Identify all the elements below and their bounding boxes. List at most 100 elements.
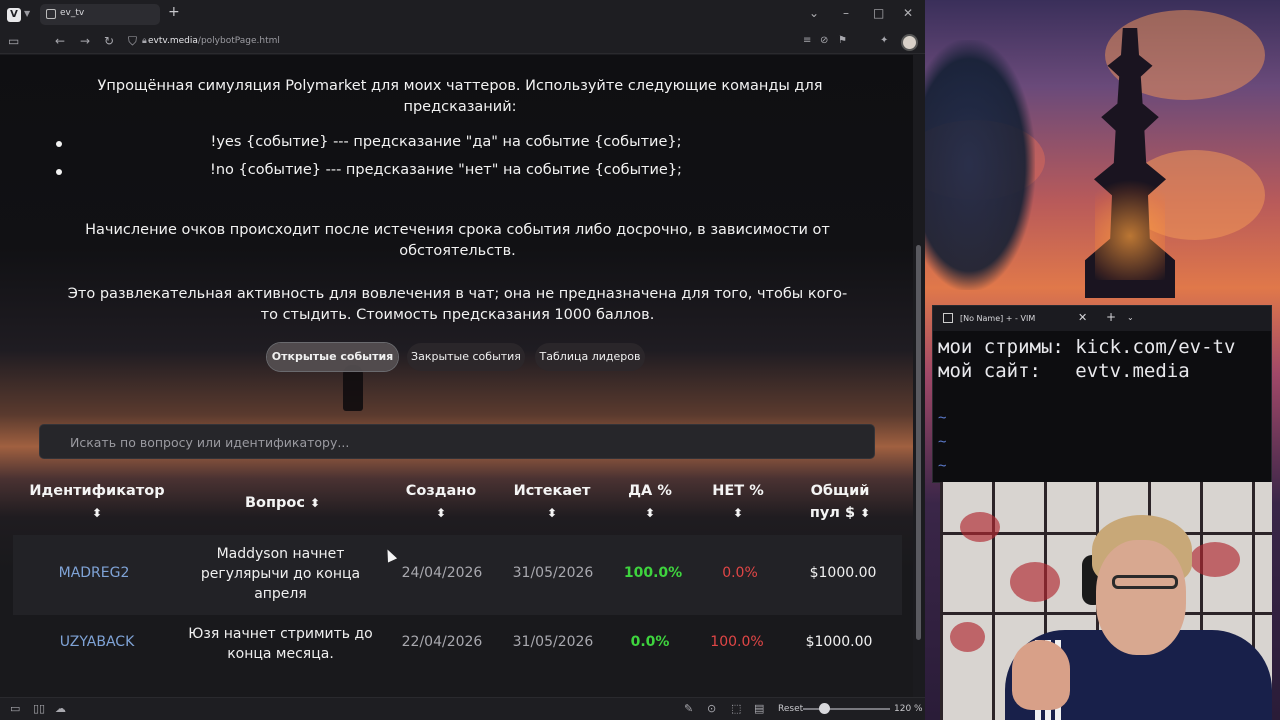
scoring-note: Начисление очков происходит после истече… (85, 222, 830, 259)
figure-silhouette (343, 365, 363, 411)
tree-shape (925, 40, 1035, 290)
profile-avatar[interactable] (901, 34, 918, 51)
reload-button[interactable]: ↻ (104, 34, 114, 48)
tab-bar: V ▼ ev_tv + ⌄ – □ ✕ (0, 0, 925, 30)
page-actions-icon[interactable]: ▤ (754, 702, 764, 715)
close-window-button[interactable]: ✕ (903, 6, 913, 20)
row-id-link[interactable]: MADREG2 (35, 565, 153, 581)
browser-window: V ▼ ev_tv + ⌄ – □ ✕ ▭ ← → ↻ ⛉ 🔒︎ evtv.me… (0, 0, 925, 720)
panel-toggle-icon[interactable]: ▭ (8, 34, 19, 48)
row-created: 24/04/2026 (401, 565, 483, 581)
bookmark-icon[interactable]: ⚑ (838, 35, 847, 46)
header-expires-label: Истекает (513, 483, 591, 499)
new-tab-button[interactable]: + (168, 4, 180, 20)
close-tab-icon[interactable]: ✕ (1078, 311, 1087, 324)
row-yes-percent: 100.0% (623, 565, 683, 581)
header-pool[interactable]: Общий пул $ ⬍ (798, 480, 882, 524)
terminal-icon (943, 313, 953, 323)
chevron-down-icon[interactable]: ⌄ (1127, 313, 1134, 322)
row-id-link[interactable]: UZYABACK (35, 634, 159, 650)
person-face (1096, 540, 1186, 655)
person-hand (1012, 640, 1070, 710)
capture-icon[interactable]: ⊙ (707, 702, 716, 715)
status-bar: ▭ ▯▯ ☁ ✎ ⊙ ⬚ ▤ Reset 120 % (0, 697, 925, 720)
header-pool-label-2: пул $ (809, 505, 856, 521)
url-domain: evtv.media (148, 36, 198, 46)
window-icon[interactable]: ⬚ (731, 702, 741, 715)
header-id[interactable]: Идентификатор ⬍ (25, 480, 169, 524)
sort-icon[interactable]: ⬍ (612, 502, 688, 524)
url-field[interactable]: evtv.media/polybotPage.html (148, 36, 280, 46)
row-question: Maddyson начнет регулярычи до конца апре… (200, 546, 361, 602)
blossom-shape (950, 622, 985, 652)
maximize-button[interactable]: □ (873, 6, 884, 20)
back-button[interactable]: ← (55, 34, 65, 48)
shield-icon[interactable]: ⛉ (128, 34, 137, 49)
zoom-slider-handle[interactable] (819, 703, 830, 714)
header-no[interactable]: НЕТ % ⬍ (700, 480, 776, 524)
extensions-icon[interactable]: ✦ (880, 35, 888, 46)
tiling-icon[interactable]: ▯▯ (33, 702, 45, 715)
tab-closed-events[interactable]: Закрытые события (407, 343, 525, 371)
edit-icon[interactable]: ✎ (684, 702, 693, 715)
row-no-percent: 100.0% (710, 634, 764, 650)
url-path: /polybotPage.html (197, 36, 280, 46)
header-no-label: НЕТ % (712, 483, 764, 499)
table-row[interactable] (13, 615, 902, 685)
vim-tab-title[interactable]: [No Name] + - VIM (960, 314, 1035, 323)
sort-icon[interactable]: ⬍ (507, 502, 597, 524)
blossom-shape (1010, 562, 1060, 602)
header-id-label: Идентификатор (29, 483, 165, 499)
glasses-shape (1112, 575, 1178, 589)
command-no: !no {событие} --- предсказание "нет" на … (210, 162, 682, 178)
vivaldi-menu-icon[interactable]: V (7, 8, 21, 22)
header-created-label: Создано (405, 483, 477, 499)
sort-icon[interactable]: ⬍ (860, 506, 870, 520)
zoom-slider[interactable] (803, 708, 890, 710)
zoom-reset-button[interactable]: Reset (778, 704, 803, 714)
lantern-glow (1095, 170, 1165, 280)
blossom-shape (1190, 542, 1240, 577)
sort-icon[interactable]: ⬍ (25, 502, 169, 524)
polybot-page: Упрощённая симуляция Polymarket для моих… (0, 55, 913, 697)
address-bar: ▭ ← → ↻ ⛉ 🔒︎ evtv.media/polybotPage.html… (0, 30, 925, 54)
sort-icon[interactable]: ⬍ (396, 502, 486, 524)
row-expires: 31/05/2026 (512, 634, 594, 650)
intro-text: Упрощённая симуляция Polymarket для моих… (97, 78, 823, 115)
panel-icon[interactable]: ▭ (10, 702, 20, 715)
sort-icon[interactable]: ⬍ (700, 502, 776, 524)
browser-tab[interactable]: ev_tv (40, 4, 160, 25)
search-input[interactable]: Искать по вопросу или идентификатору... (39, 424, 875, 459)
vim-text-line: мои стримы: kick.com/ev-tv (938, 336, 1236, 358)
chevron-down-icon[interactable]: ▼ (24, 9, 30, 18)
blossom-shape (960, 512, 1000, 542)
header-pool-label: Общий (810, 483, 870, 499)
new-tab-icon[interactable]: + (1106, 310, 1116, 324)
forward-button[interactable]: → (80, 34, 90, 48)
lock-icon: 🔒︎ (142, 36, 147, 46)
minimize-button[interactable]: – (843, 6, 849, 20)
command-yes: !yes {событие} --- предсказание "да" на … (210, 134, 682, 150)
tab-list-icon[interactable]: ⌄ (809, 6, 819, 20)
row-pool: $1000.00 (805, 634, 873, 650)
row-question: Юзя начнет стримить до конца месяца. (188, 626, 373, 662)
vim-window: [No Name] + - VIM ✕ + ⌄ мои стримы: kick… (932, 305, 1272, 483)
sort-icon[interactable]: ⬍ (310, 496, 320, 510)
row-expires: 31/05/2026 (512, 565, 594, 581)
vim-tilde: ~ (938, 458, 947, 474)
row-pool: $1000.00 (809, 565, 877, 581)
header-yes-label: ДА % (628, 483, 672, 499)
tab-open-events[interactable]: Открытые события (267, 343, 398, 371)
tab-leaderboard[interactable]: Таблица лидеров (535, 343, 645, 371)
header-yes[interactable]: ДА % ⬍ (612, 480, 688, 524)
cloud-icon[interactable]: ☁ (55, 702, 66, 715)
reader-view-icon[interactable]: ≡ (803, 35, 811, 46)
search-placeholder: Искать по вопросу или идентификатору... (70, 435, 350, 450)
row-no-percent: 0.0% (722, 565, 758, 581)
header-created[interactable]: Создано ⬍ (396, 480, 486, 524)
scrollbar-thumb[interactable] (916, 245, 921, 640)
header-question[interactable]: Вопрос ⬍ (225, 492, 340, 514)
zoom-level: 120 % (894, 704, 923, 714)
block-icon[interactable]: ⊘ (820, 35, 828, 46)
header-expires[interactable]: Истекает ⬍ (507, 480, 597, 524)
